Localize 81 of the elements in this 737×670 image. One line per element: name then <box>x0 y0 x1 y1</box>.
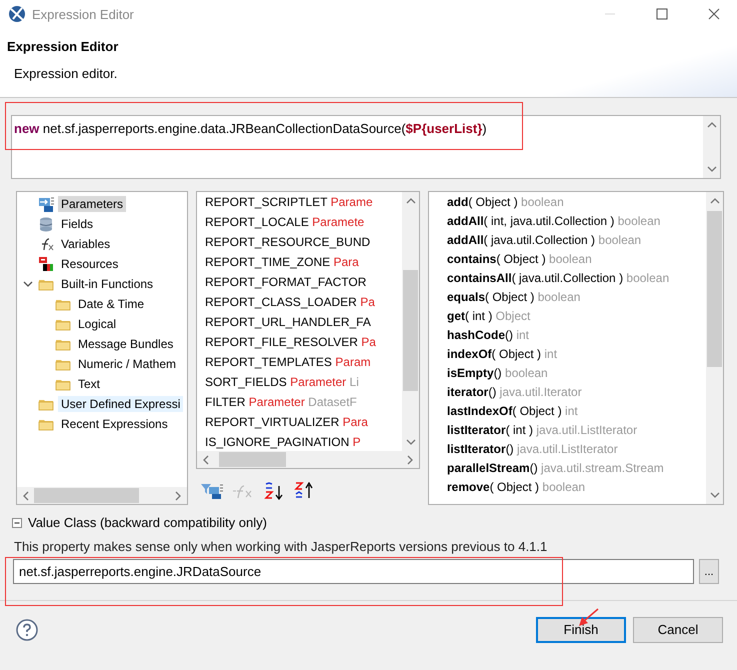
expression-text: new net.sf.jasperreports.engine.data.JRBeanCollectionDataSource($P{userList}) <box>14 121 487 136</box>
maximize-icon <box>656 8 668 20</box>
list-item[interactable]: REPORT_TIME_ZONE Para <box>205 252 402 272</box>
list-item[interactable]: addAll( java.util.Collection ) boolean <box>447 231 706 250</box>
horizontal-scrollbar[interactable] <box>197 451 419 468</box>
list-item[interactable]: REPORT_CLASS_LOADER Pa <box>205 292 402 312</box>
list-item[interactable]: FILTER Parameter DatasetF <box>205 392 402 412</box>
scroll-up-icon[interactable] <box>404 196 416 206</box>
tree-item[interactable]: Parameters <box>58 196 126 212</box>
tree-item[interactable]: Message Bundles <box>75 336 176 352</box>
dialog-button[interactable]: Finish <box>536 616 626 642</box>
scroll-thumb[interactable] <box>707 210 722 367</box>
tree-item[interactable]: Recent Expressions <box>58 416 171 432</box>
vertical-scrollbar[interactable] <box>402 192 419 451</box>
list-item[interactable]: REPORT_RESOURCE_BUND <box>205 232 402 252</box>
list-item[interactable]: REPORT_URL_HANDLER_FA <box>205 312 402 332</box>
dialog-title: Expression Editor <box>7 39 120 54</box>
list-item[interactable]: listIterator( int ) java.util.ListIterator <box>447 421 706 440</box>
list-item[interactable]: REPORT_VIRTUALIZER Para <box>205 412 402 432</box>
section-title: Value Class (backward compatibility only) <box>28 515 267 530</box>
list-item[interactable]: add( Object ) boolean <box>447 193 706 212</box>
list-item[interactable]: lastIndexOf( Object ) int <box>447 402 706 421</box>
list-item[interactable]: hashCode() int <box>447 326 706 345</box>
scroll-right-icon[interactable] <box>173 490 183 502</box>
expression-editor[interactable]: new net.sf.jasperreports.engine.data.JRBeanCollectionDataSource($P{userList}) <box>11 115 721 179</box>
list-item[interactable]: get( int ) Object <box>447 307 706 326</box>
help-icon[interactable] <box>16 618 38 640</box>
vertical-scrollbar[interactable] <box>706 192 723 504</box>
scroll-down-icon[interactable] <box>706 164 718 174</box>
dialog-description: Expression editor. <box>14 66 118 81</box>
scroll-up-icon[interactable] <box>706 120 718 130</box>
vertical-scrollbar[interactable] <box>703 116 720 178</box>
list-item[interactable]: REPORT_LOCALE Paramete <box>205 212 402 232</box>
database-icon <box>38 216 54 232</box>
tree-item[interactable]: User Defined Expressi <box>58 396 184 412</box>
scroll-thumb[interactable] <box>403 270 418 392</box>
list-item[interactable]: listIterator() java.util.ListIterator <box>447 440 706 459</box>
close-icon <box>708 8 720 20</box>
scroll-thumb[interactable] <box>219 452 286 467</box>
list-item[interactable]: IS_IGNORE_PAGINATION P <box>205 432 402 451</box>
list-item[interactable]: parallelStream() java.util.stream.Stream <box>447 459 706 478</box>
list-item[interactable]: REPORT_FILE_RESOLVER Pa <box>205 332 402 352</box>
app-icon <box>8 5 26 23</box>
list-item[interactable]: containsAll( java.util.Collection ) boolean <box>447 269 706 288</box>
scroll-down-icon[interactable] <box>404 437 416 447</box>
scroll-down-icon[interactable] <box>708 490 720 500</box>
tree-item[interactable]: Text <box>75 376 104 392</box>
list-item[interactable]: remove( Object ) boolean <box>447 478 706 497</box>
horizontal-scrollbar[interactable] <box>17 487 187 504</box>
scroll-left-icon[interactable] <box>21 490 31 502</box>
list-item[interactable]: REPORT_SCRIPTLET Parame <box>205 192 402 212</box>
list-item[interactable]: contains( Object ) boolean <box>447 250 706 269</box>
scroll-thumb[interactable] <box>34 488 140 503</box>
list-item[interactable]: addAll( int, java.util.Collection ) boolean <box>447 212 706 231</box>
window-title: Expression Editor <box>32 6 135 22</box>
scroll-right-icon[interactable] <box>405 454 415 466</box>
dialog-button[interactable]: Cancel <box>633 616 723 642</box>
tree-item[interactable]: Resources <box>58 256 122 272</box>
list-item[interactable]: isEmpty() boolean <box>447 364 706 383</box>
flag-icon <box>38 256 54 272</box>
collapse-icon[interactable] <box>12 518 22 528</box>
list-item[interactable]: SORT_FIELDS Parameter Li <box>205 372 402 392</box>
parameter-icon <box>38 196 54 212</box>
list-item[interactable]: REPORT_FORMAT_FACTOR <box>205 272 402 292</box>
tree-item[interactable]: Numeric / Mathem <box>75 356 180 372</box>
tree-item[interactable]: Built-in Functions <box>58 276 156 292</box>
tree-item[interactable]: Date & Time <box>75 296 148 312</box>
scroll-left-icon[interactable] <box>201 454 211 466</box>
list-item[interactable]: indexOf( Object ) int <box>447 345 706 364</box>
list-item[interactable]: equals( Object ) boolean <box>447 288 706 307</box>
list-item[interactable]: REPORT_TEMPLATES Param <box>205 352 402 372</box>
filter-icon[interactable] <box>200 482 224 500</box>
scroll-up-icon[interactable] <box>708 196 720 206</box>
list-item[interactable]: iterator() java.util.Iterator <box>447 383 706 402</box>
collapse-icon[interactable] <box>23 279 33 289</box>
tree-item[interactable]: Logical <box>75 316 120 332</box>
tree-item[interactable]: Variables <box>58 236 114 252</box>
tree-item[interactable]: Fields <box>58 216 96 232</box>
hint-text: This property makes sense only when working with JasperReports versions previous to 4.1.1 <box>13 538 548 554</box>
value-class-field[interactable]: net.sf.jasperreports.engine.JRDataSource <box>13 559 694 584</box>
browse-button[interactable]: ... <box>699 559 719 584</box>
